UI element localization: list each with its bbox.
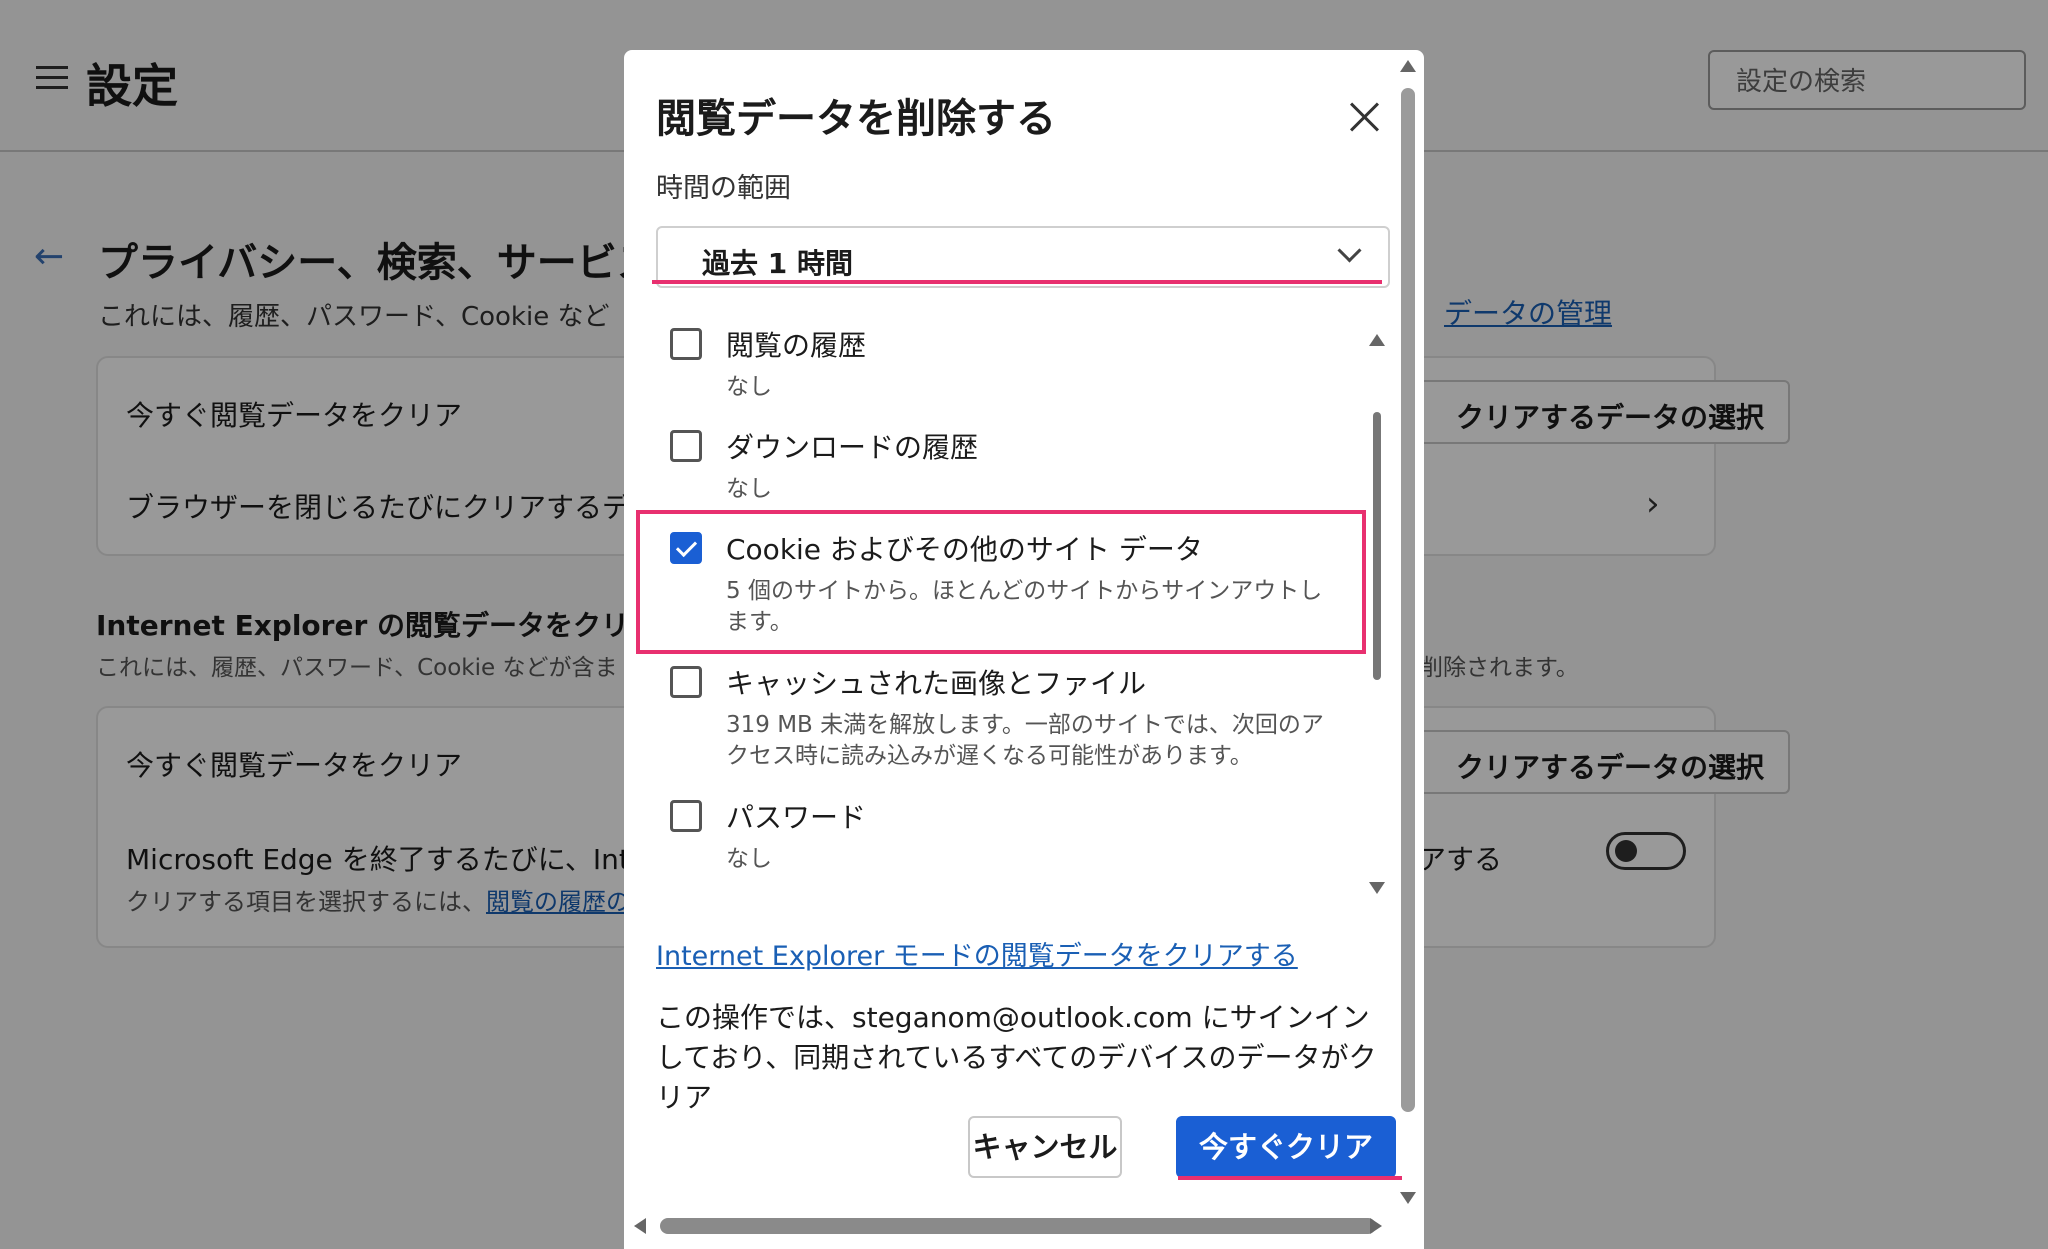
passwords-checkbox[interactable] xyxy=(670,800,702,832)
cached-images-checkbox[interactable] xyxy=(670,666,702,698)
dialog-vertical-scrollbar-thumb[interactable] xyxy=(1401,88,1415,1112)
option-label: 閲覧の履歴 xyxy=(726,329,867,362)
option-label: ダウンロードの履歴 xyxy=(726,431,979,464)
sync-note: この操作では、steganom@outlook.com にサインインしており、同… xyxy=(656,1001,1377,1114)
browsing-history-checkbox[interactable] xyxy=(670,328,702,360)
time-range-value: 過去 1 時間 xyxy=(702,247,853,280)
dialog-title: 閲覧データを削除する xyxy=(656,96,1056,142)
options-scrollbar-thumb[interactable] xyxy=(1373,412,1381,680)
download-history-checkbox[interactable] xyxy=(670,430,702,462)
dialog-horizontal-scrollbar-thumb[interactable] xyxy=(660,1218,1376,1234)
option-desc: なし xyxy=(726,374,772,400)
highlight-underline-time-range xyxy=(652,280,1382,284)
highlight-box-cookies xyxy=(636,510,1366,654)
ie-mode-clear-link[interactable]: Internet Explorer モードの閲覧データをクリアする xyxy=(656,934,1298,973)
clear-browsing-data-dialog: 閲覧データを削除する 時間の範囲 過去 1 時間 閲覧の履歴 なし ダウンロード… xyxy=(624,50,1424,1249)
time-range-select[interactable]: 過去 1 時間 xyxy=(656,226,1390,288)
dialog-scroll-right-icon[interactable] xyxy=(1370,1218,1382,1234)
dialog-scroll-left-icon[interactable] xyxy=(634,1218,646,1234)
cancel-button[interactable]: キャンセル xyxy=(968,1116,1122,1178)
clear-now-button[interactable]: 今すぐクリア xyxy=(1176,1116,1396,1178)
option-desc: 319 MB 未満を解放します。一部のサイトでは、次回のアクセス時に読み込みが遅… xyxy=(726,712,1324,769)
close-icon[interactable] xyxy=(1344,96,1384,136)
dialog-scroll-up-icon[interactable] xyxy=(1400,60,1416,72)
highlight-underline-clear-button xyxy=(1178,1176,1402,1180)
scroll-up-icon[interactable] xyxy=(1369,334,1385,346)
option-desc: なし xyxy=(726,476,772,502)
option-desc: なし xyxy=(726,846,772,872)
time-range-label: 時間の範囲 xyxy=(656,173,791,204)
dialog-scroll-down-icon[interactable] xyxy=(1400,1192,1416,1204)
chevron-down-icon xyxy=(1337,238,1362,263)
option-label: パスワード xyxy=(726,801,867,834)
scroll-down-icon[interactable] xyxy=(1369,882,1385,894)
option-label: キャッシュされた画像とファイル xyxy=(726,667,1147,700)
